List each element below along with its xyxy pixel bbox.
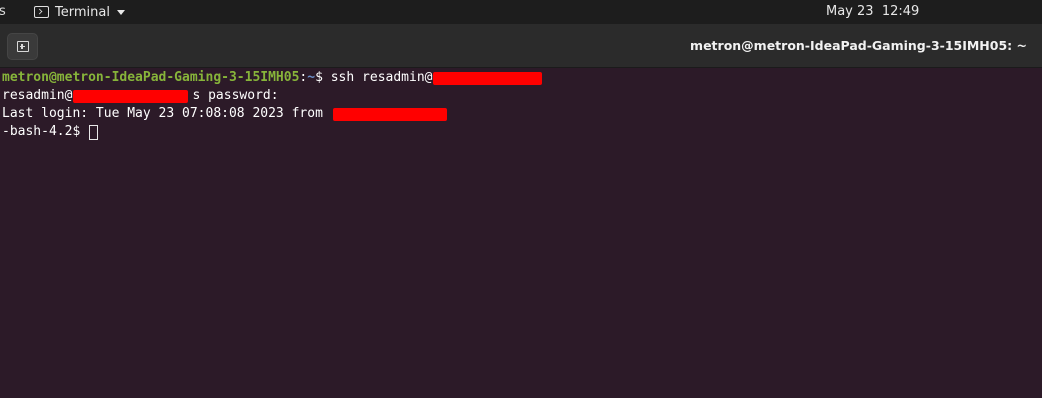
terminal-line-last-login: Last login: Tue May 23 07:08:08 2023 fro… — [2, 105, 447, 123]
activities-button[interactable]: s — [0, 4, 6, 20]
redaction-box — [73, 89, 189, 103]
terminal-headerbar: metron@metron-IdeaPad-Gaming-3-15IMH05: … — [0, 24, 1042, 68]
redaction-box — [433, 71, 543, 85]
terminal-line-command: metron@metron-IdeaPad-Gaming-3-15IMH05: ~… — [2, 69, 543, 87]
new-tab-icon — [16, 41, 29, 52]
top-bar: s Terminal May 23 12:49 — [0, 0, 1042, 24]
terminal-line-remote-prompt: -bash-4.2$ — [2, 123, 99, 141]
window-title: metron@metron-IdeaPad-Gaming-3-15IMH05: … — [690, 38, 1027, 53]
prompt-separator: : — [299, 70, 308, 85]
ssh-command: ssh resadmin@ — [330, 70, 433, 85]
prompt-user-host: metron@metron-IdeaPad-Gaming-3-15IMH05 — [2, 70, 300, 85]
last-login-text: Last login: Tue May 23 07:08:08 2023 fro… — [2, 106, 331, 121]
prompt-cwd: ~ — [307, 70, 316, 85]
clock[interactable]: May 23 12:49 — [826, 0, 919, 24]
remote-prompt: -bash-4.2$ — [2, 124, 89, 139]
terminal-output[interactable]: metron@metron-IdeaPad-Gaming-3-15IMH05: ~… — [0, 68, 1042, 398]
password-prompt-prefix: resadmin@ — [2, 88, 73, 103]
new-tab-button[interactable] — [7, 33, 38, 60]
password-prompt-suffix: s password: — [192, 88, 279, 103]
app-menu-terminal[interactable]: Terminal — [34, 0, 125, 24]
text-cursor — [89, 124, 99, 140]
redaction-box — [332, 107, 447, 121]
terminal-line-password: resadmin@ s password: — [2, 87, 279, 105]
app-menu-label: Terminal — [55, 4, 110, 20]
prompt-symbol: $ — [315, 70, 331, 85]
terminal-icon — [34, 6, 49, 18]
chevron-down-icon — [116, 9, 125, 15]
